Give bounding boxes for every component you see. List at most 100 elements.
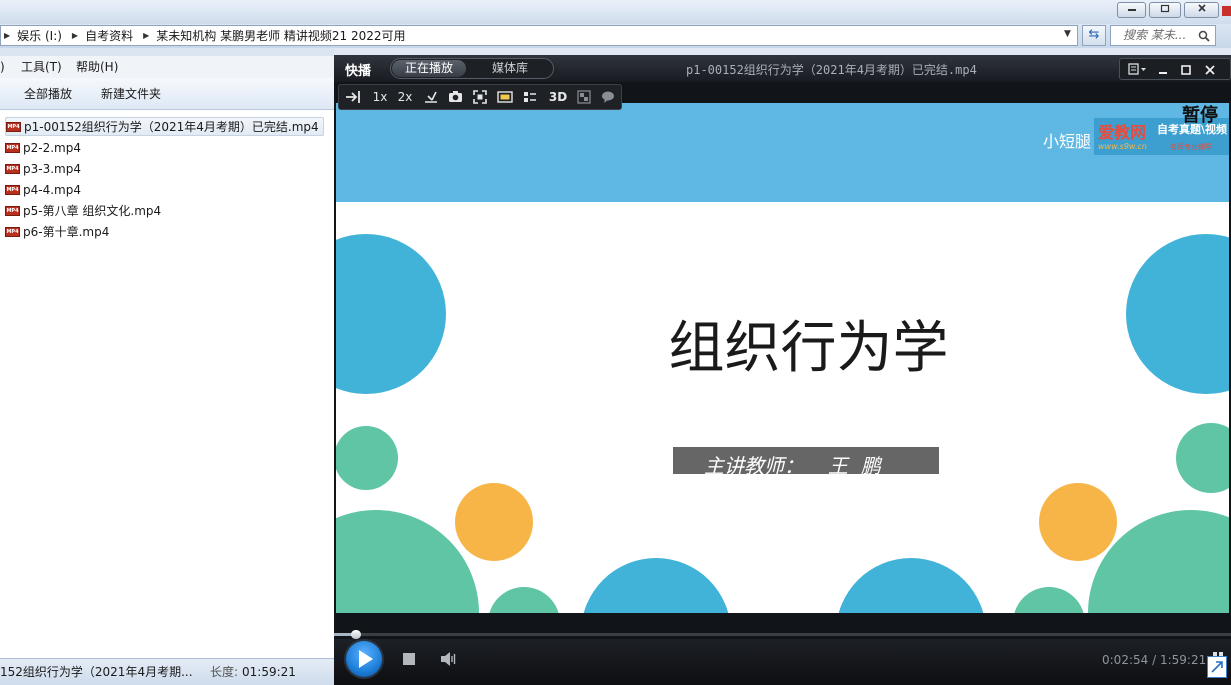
video-file-icon: MP4: [5, 205, 20, 216]
slide-title: 组织行为学: [668, 316, 949, 381]
player-controls: 0:02:54 / 1:59:21: [334, 639, 1231, 685]
search-input[interactable]: 搜索 某未...: [1110, 25, 1216, 46]
playlist-icon[interactable]: [523, 90, 537, 104]
video-file-icon: MP4: [5, 184, 20, 195]
play-button[interactable]: [346, 641, 382, 677]
list-item[interactable]: MP4 p4-4.mp4: [5, 180, 81, 199]
close-icon[interactable]: [1204, 64, 1216, 76]
file-name: p6-第十章.mp4: [23, 225, 110, 239]
list-item[interactable]: MP4 p2-2.mp4: [5, 138, 81, 157]
tray-shortcut-button[interactable]: [1207, 656, 1227, 678]
site-logo-mark: 爱教网: [1098, 123, 1147, 142]
list-item[interactable]: MP4 p3-3.mp4: [5, 159, 81, 178]
play-icon: [359, 650, 373, 668]
video-area[interactable]: 组织行为学 主讲教师： 王 鹏 小短腿 爱教网 自考真题\视频 www.s9w.…: [336, 103, 1229, 613]
refresh-button[interactable]: ⇆: [1082, 25, 1106, 46]
volume-icon[interactable]: [440, 651, 458, 667]
list-item[interactable]: MP4 p6-第十章.mp4: [5, 222, 109, 241]
decor-circle-green: [336, 426, 398, 490]
player-brand: 快播: [345, 64, 372, 79]
video-file-icon: MP4: [6, 121, 21, 132]
skin-menu-icon[interactable]: [1128, 63, 1148, 75]
minimize-icon[interactable]: [1157, 64, 1169, 76]
maximize-button[interactable]: [1149, 2, 1181, 18]
menu-bar: ) 工具(T) 帮助(H): [0, 56, 334, 78]
paused-indicator: 暂停: [1182, 105, 1218, 126]
menu-item-tools[interactable]: 工具(T): [21, 56, 62, 78]
player-title: p1-00152组织行为学（2021年4月考期）已完结.mp4: [686, 63, 977, 77]
menu-item-help[interactable]: 帮助(H): [76, 56, 118, 78]
decor-circle-orange: [455, 483, 533, 561]
video-file-icon: MP4: [5, 142, 20, 153]
time-separator: /: [1152, 653, 1157, 667]
search-icon[interactable]: [1198, 30, 1210, 42]
video-file-icon: MP4: [5, 163, 20, 174]
dropdown-arrow-icon[interactable]: ▼: [1064, 29, 1071, 39]
explorer-title-bar: [0, 0, 1231, 24]
screenshot-icon[interactable]: [448, 90, 463, 104]
address-row: ▶ 娱乐 (I:) ▶ 自考资料 ▶ 某未知机构 某鹏男老师 精讲视频21 20…: [0, 24, 1231, 48]
pin-top-icon[interactable]: [345, 90, 361, 104]
file-name: p4-4.mp4: [23, 182, 81, 197]
watermark-text: 小短腿: [1043, 132, 1092, 151]
file-name: p3-3.mp4: [23, 161, 81, 176]
total-time: 1:59:21: [1159, 653, 1207, 667]
speed-2x-button[interactable]: 2x: [394, 89, 416, 105]
breadcrumb-folder[interactable]: 自考资料: [85, 27, 133, 44]
seek-track: [334, 633, 1231, 636]
stop-icon[interactable]: [402, 652, 416, 666]
resize-arrow-icon: [1211, 661, 1223, 673]
player-quick-toolbar: 1x 2x 3D: [338, 84, 622, 110]
time-display: 0:02:54 / 1:59:21: [1102, 653, 1206, 667]
tab-media-library[interactable]: 媒体库: [473, 60, 547, 77]
maximize-icon[interactable]: [1180, 64, 1192, 76]
player-tab-group: 正在播放 媒体库: [390, 58, 554, 79]
slide-teacher-label: 主讲教师：: [704, 454, 804, 478]
3d-mode-button[interactable]: 3D: [547, 89, 569, 105]
current-time: 0:02:54: [1102, 653, 1149, 667]
tab-now-playing[interactable]: 正在播放: [392, 60, 466, 77]
explorer-spacer: [0, 48, 334, 56]
player-window-controls: [1119, 58, 1231, 80]
close-icon: [1197, 4, 1206, 12]
file-list: MP4 p1-00152组织行为学（2021年4月考期）已完结.mp4 MP4 …: [0, 110, 334, 658]
close-button[interactable]: [1184, 2, 1219, 18]
decor-circle-orange: [1039, 483, 1117, 561]
site-logo-url: www.s9w.cn: [1098, 142, 1147, 151]
refresh-icon: ⇆: [1088, 27, 1100, 42]
video-file-icon: MP4: [5, 226, 20, 237]
seek-bar[interactable]: [334, 629, 1231, 639]
mosaic-icon[interactable]: [577, 90, 591, 104]
chevron-right-icon: ▶: [4, 31, 11, 40]
video-player-window: 快播 正在播放 媒体库 p1-00152组织行为学（2021年4月考期）已完结.…: [334, 55, 1231, 685]
new-folder-button[interactable]: 新建文件夹: [101, 78, 161, 110]
seek-handle[interactable]: [351, 630, 361, 639]
site-logo-subtitle: 名师专业辅导: [1170, 143, 1212, 151]
status-file-name: 152组织行为学（2021年4月考期...: [0, 665, 193, 679]
download-icon[interactable]: [424, 90, 438, 104]
explorer-toolbar: 全部播放 新建文件夹: [0, 78, 334, 110]
breadcrumb-current[interactable]: 某未知机构 某鹏男老师 精讲视频21 2022可用: [156, 27, 405, 44]
status-length-value: 01:59:21: [242, 665, 296, 679]
speed-1x-button[interactable]: 1x: [370, 89, 390, 105]
address-bar[interactable]: ▶ 娱乐 (I:) ▶ 自考资料 ▶ 某未知机构 某鹏男老师 精讲视频21 20…: [0, 25, 1078, 46]
comment-icon[interactable]: [601, 90, 615, 104]
restore-icon: [1160, 4, 1170, 13]
slide-teacher-name: 王 鹏: [828, 454, 881, 478]
breadcrumb-drive[interactable]: 娱乐 (I:): [17, 27, 62, 44]
play-all-button[interactable]: 全部播放: [24, 78, 72, 110]
picture-quality-icon[interactable]: [497, 90, 513, 104]
menu-item-view[interactable]: ): [0, 56, 5, 78]
list-item[interactable]: MP4 p5-第八章 组织文化.mp4: [5, 201, 161, 220]
file-name: p1-00152组织行为学（2021年4月考期）已完结.mp4: [24, 120, 319, 134]
status-bar: 152组织行为学（2021年4月考期... 长度: 01:59:21: [0, 658, 334, 685]
status-length-label: 长度:: [210, 665, 239, 679]
chevron-right-icon: ▶: [143, 31, 150, 40]
search-placeholder: 搜索 某未...: [1123, 28, 1187, 42]
list-item[interactable]: MP4 p1-00152组织行为学（2021年4月考期）已完结.mp4: [5, 117, 324, 136]
minimize-button[interactable]: [1117, 2, 1146, 18]
chevron-right-icon: ▶: [71, 31, 79, 40]
file-name: p5-第八章 组织文化.mp4: [23, 204, 162, 218]
fullscreen-icon[interactable]: [473, 90, 487, 104]
file-name: p2-2.mp4: [23, 140, 81, 155]
